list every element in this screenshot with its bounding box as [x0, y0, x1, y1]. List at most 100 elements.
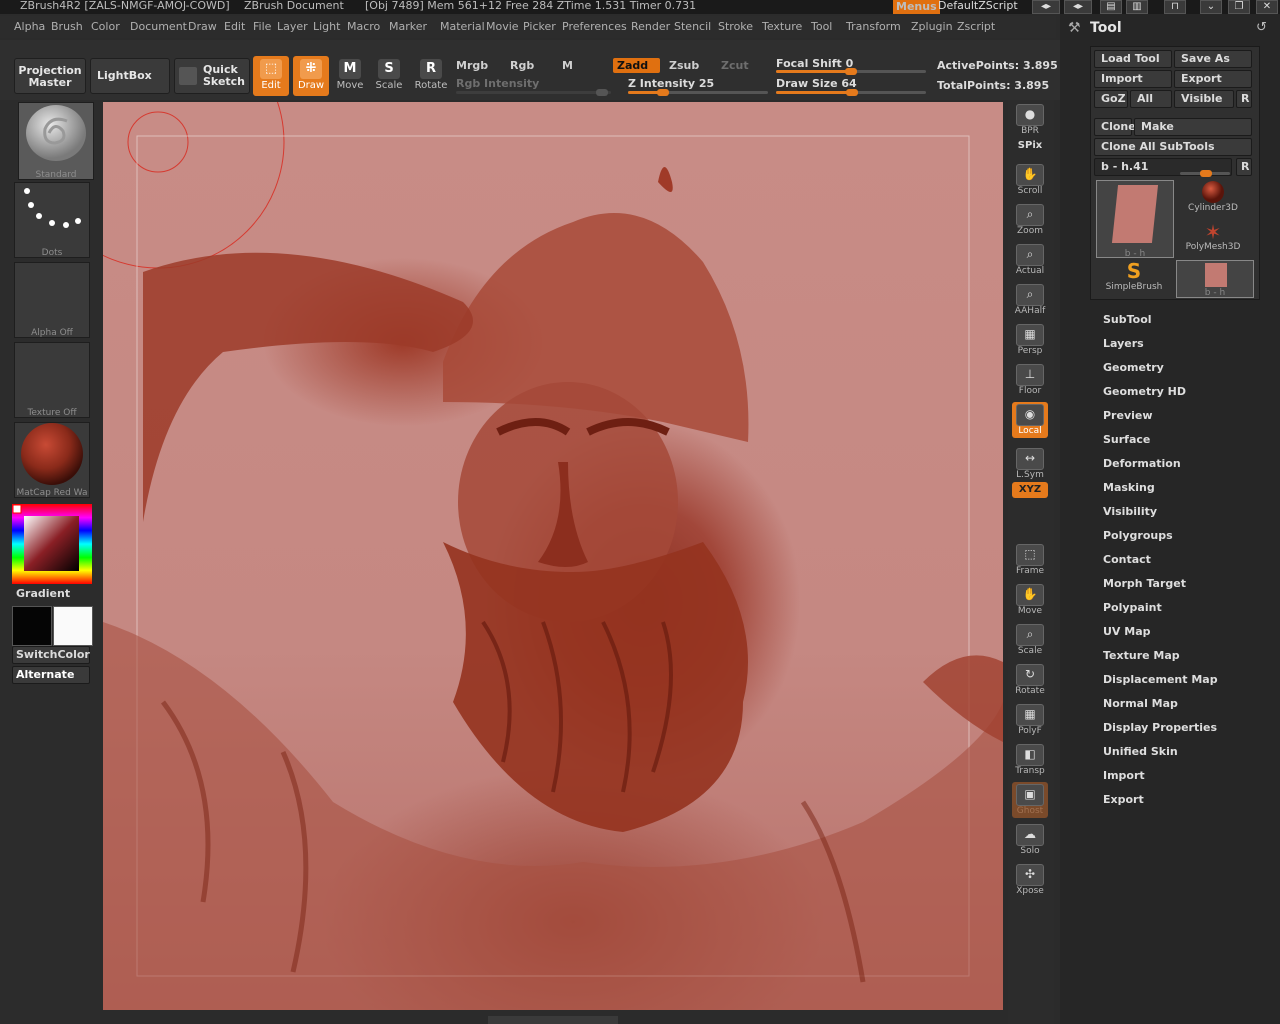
subpalette-contact[interactable]: Contact: [1103, 553, 1151, 566]
subpalette-deformation[interactable]: Deformation: [1103, 457, 1181, 470]
menu-document[interactable]: Document: [130, 20, 187, 33]
local-button[interactable]: ◉ Local: [1012, 402, 1048, 438]
ghost-button[interactable]: ▣ Ghost: [1012, 782, 1048, 818]
zadd-button[interactable]: Zadd: [613, 58, 661, 73]
menu-stencil[interactable]: Stencil: [674, 20, 711, 33]
projection-master-button[interactable]: Projection Master: [14, 58, 86, 94]
subpalette-preview[interactable]: Preview: [1103, 409, 1153, 422]
subpalette-layers[interactable]: Layers: [1103, 337, 1144, 350]
layout-2-icon[interactable]: ▥: [1126, 0, 1148, 14]
spix-button[interactable]: ━SPix: [1012, 140, 1048, 158]
menu-brush[interactable]: Brush: [51, 20, 83, 33]
canvas-scroll-handle[interactable]: [488, 1016, 618, 1024]
draw-size-slider[interactable]: Draw Size 64: [776, 77, 857, 90]
subpalette-uv-map[interactable]: UV Map: [1103, 625, 1151, 638]
scroll-button[interactable]: ✋ Scroll: [1012, 162, 1048, 198]
rgb-intensity-knob[interactable]: [596, 89, 608, 96]
menu-draw[interactable]: Draw: [188, 20, 217, 33]
make-polymesh-button[interactable]: Make PolyMesh3D: [1134, 118, 1252, 149]
subpalette-normal-map[interactable]: Normal Map: [1103, 697, 1178, 710]
menu-alpha[interactable]: Alpha: [14, 20, 45, 33]
menu-edit[interactable]: Edit: [224, 20, 245, 33]
menu-zscript[interactable]: Zscript: [957, 20, 995, 33]
stroke-thumbnail[interactable]: Dots: [14, 182, 90, 258]
persp-button[interactable]: ▦ Persp: [1012, 322, 1048, 358]
import-button[interactable]: Import: [1094, 70, 1172, 88]
z-intensity-slider[interactable]: Z Intensity 25: [628, 77, 714, 90]
alpha-thumbnail[interactable]: Alpha Off: [14, 262, 90, 338]
move-mode-button[interactable]: M Move: [332, 56, 368, 96]
focal-shift-track[interactable]: [776, 68, 926, 75]
menu-render[interactable]: Render: [631, 20, 670, 33]
rgb-button[interactable]: Rgb: [510, 59, 534, 72]
polyf-button[interactable]: ▦ PolyF: [1012, 702, 1048, 738]
menu-marker[interactable]: Marker: [389, 20, 427, 33]
subpalette-geometry-hd[interactable]: Geometry HD: [1103, 385, 1186, 398]
lsym-button[interactable]: ↔ L.Sym: [1012, 446, 1048, 482]
menu-layer[interactable]: Layer: [277, 20, 308, 33]
menu-transform[interactable]: Transform: [846, 20, 901, 33]
edit-mode-button[interactable]: ⬚ Edit: [253, 56, 289, 96]
lock-icon[interactable]: ⊓: [1164, 0, 1186, 14]
mrgb-button[interactable]: Mrgb: [456, 59, 488, 72]
menu-preferences[interactable]: Preferences: [562, 20, 627, 33]
recent-tool-thumbnail[interactable]: b - h: [1176, 260, 1254, 298]
move-view-button[interactable]: ✋ Move: [1012, 582, 1048, 618]
export-button[interactable]: Export: [1174, 70, 1252, 88]
current-tool-thumbnail[interactable]: b - h: [1096, 180, 1174, 259]
z-intensity-knob[interactable]: [657, 89, 669, 96]
load-tool-button[interactable]: Load Tool: [1094, 50, 1172, 68]
draw-size-knob[interactable]: [845, 89, 858, 96]
layout-icon[interactable]: ▤: [1100, 0, 1122, 14]
goz-button[interactable]: GoZ: [1094, 90, 1128, 108]
zsub-button[interactable]: Zsub: [669, 59, 699, 72]
current-tool-knob[interactable]: [1200, 170, 1212, 177]
goz-all-button[interactable]: All: [1130, 90, 1172, 108]
rgb-intensity-track[interactable]: [456, 89, 611, 96]
menu-tool[interactable]: Tool: [811, 20, 832, 33]
color-picker[interactable]: [12, 504, 92, 584]
menu-material[interactable]: Material: [440, 20, 485, 33]
actual-button[interactable]: ⌕ Actual: [1012, 242, 1048, 278]
switch-color-button[interactable]: SwitchColor: [12, 646, 90, 664]
subpalette-polypaint[interactable]: Polypaint: [1103, 601, 1162, 614]
m-button[interactable]: M: [562, 59, 573, 72]
current-tool-r-button[interactable]: R: [1236, 158, 1252, 176]
menu-macro[interactable]: Macro: [347, 20, 380, 33]
subpalette-texture-map[interactable]: Texture Map: [1103, 649, 1180, 662]
cylinder3d-tool[interactable]: Cylinder3D: [1174, 180, 1252, 220]
restore-icon[interactable]: ❐: [1228, 0, 1250, 14]
goz-r-button[interactable]: R: [1236, 90, 1252, 108]
rotate-mode-button[interactable]: R Rotate: [413, 56, 449, 96]
solo-button[interactable]: ☁ Solo: [1012, 822, 1048, 858]
aahalf-button[interactable]: ⌕ AAHalf: [1012, 282, 1048, 318]
subpalette-displacement-map[interactable]: Displacement Map: [1103, 673, 1218, 686]
frame-button[interactable]: ⬚ Frame: [1012, 542, 1048, 578]
lightbox-button[interactable]: LightBox: [90, 58, 170, 94]
subpalette-unified-skin[interactable]: Unified Skin: [1103, 745, 1178, 758]
main-color-swatch[interactable]: [12, 606, 52, 646]
current-tool-track[interactable]: [1180, 170, 1230, 177]
draw-mode-button[interactable]: ⁜ Draw: [293, 56, 329, 96]
menu-file[interactable]: File: [253, 20, 271, 33]
secondary-color-swatch[interactable]: [53, 606, 93, 646]
scale-view-button[interactable]: ⌕ Scale: [1012, 622, 1048, 658]
script-nav-icon[interactable]: ◂▸: [1032, 0, 1060, 14]
menu-picker[interactable]: Picker: [523, 20, 556, 33]
subpalette-subtool[interactable]: SubTool: [1103, 313, 1152, 326]
simplebrush-tool[interactable]: S SimpleBrush: [1096, 260, 1172, 296]
floor-button[interactable]: ⊥ Floor: [1012, 362, 1048, 398]
menu-color[interactable]: Color: [91, 20, 120, 33]
rgb-intensity-slider[interactable]: Rgb Intensity: [456, 77, 539, 90]
document-canvas[interactable]: [103, 102, 1003, 1010]
save-as-button[interactable]: Save As: [1174, 50, 1252, 68]
transp-button[interactable]: ◧ Transp: [1012, 742, 1048, 778]
gradient-button[interactable]: Gradient: [16, 587, 70, 600]
quick-sketch-button[interactable]: Quick Sketch: [174, 58, 250, 94]
menus-button[interactable]: Menus: [893, 0, 940, 14]
zcut-button[interactable]: Zcut: [721, 59, 749, 72]
draw-size-track[interactable]: [776, 89, 926, 96]
subpalette-export[interactable]: Export: [1103, 793, 1144, 806]
xpose-button[interactable]: ✣ Xpose: [1012, 862, 1048, 898]
subpalette-polygroups[interactable]: Polygroups: [1103, 529, 1173, 542]
